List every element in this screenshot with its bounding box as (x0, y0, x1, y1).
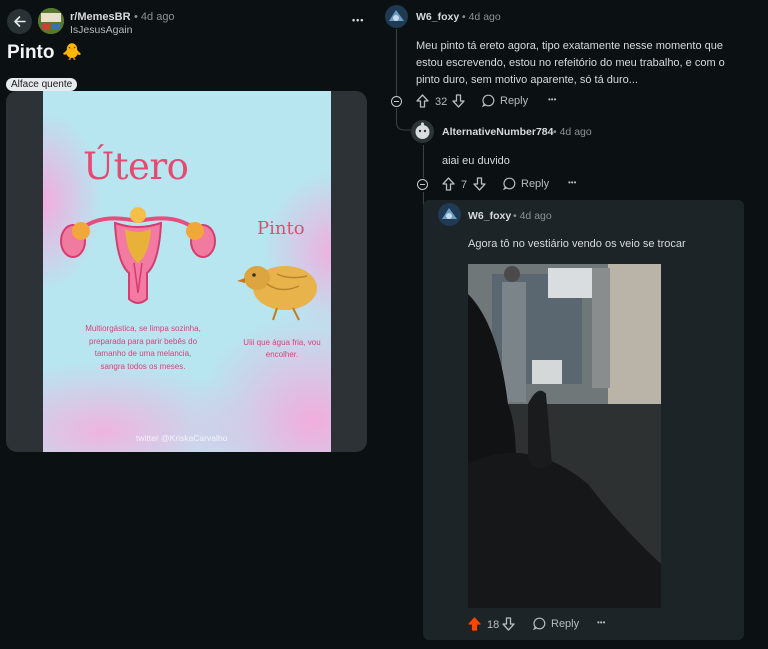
comment-bubble-icon (503, 177, 516, 190)
comment-age: • 4d ago (462, 11, 501, 23)
thread-line[interactable] (423, 145, 424, 178)
downvote-button[interactable] (452, 94, 465, 111)
vote-count: 7 (461, 179, 468, 191)
post-age: • 4d ago (134, 11, 175, 23)
reply-label: Reply (500, 94, 529, 107)
comment-avatar[interactable] (438, 203, 461, 226)
meme-image: Útero Pinto Multiorgástica, se limpa soz… (43, 91, 331, 452)
reply-button[interactable]: Reply (533, 617, 579, 630)
chick-illustration (237, 266, 317, 321)
comment-body: aiai eu duvido (442, 155, 510, 167)
comment-bubble-icon (533, 617, 546, 630)
uterus-illustration (60, 207, 216, 304)
downvote-button[interactable] (473, 177, 486, 194)
avatar-image (438, 203, 461, 226)
collapse-thread-button[interactable] (391, 96, 402, 107)
reply-button[interactable]: Reply (503, 177, 549, 190)
comment-bubble-icon (482, 94, 495, 107)
comment-avatar[interactable] (411, 120, 434, 143)
comment-body: Meu pinto tá ereto agora, tipo exatament… (416, 40, 725, 86)
post-more-options-button[interactable]: ••• (352, 15, 364, 25)
comment-image[interactable] (468, 264, 661, 608)
back-button[interactable] (7, 9, 32, 34)
upvote-icon (416, 94, 429, 108)
thread-connector (396, 108, 412, 131)
reply-button[interactable]: Reply (482, 94, 528, 107)
comment-age: • 4d ago (513, 210, 552, 222)
comment-age: • 4d ago (553, 126, 592, 138)
chick-emoji: 🐥 (62, 44, 82, 61)
thread-line[interactable] (396, 29, 397, 97)
upvote-button[interactable] (442, 177, 455, 194)
reply-label: Reply (521, 177, 550, 190)
upvote-filled-icon (468, 617, 481, 631)
comment-more-options-button[interactable]: ••• (597, 618, 605, 627)
post-author[interactable]: IsJesusAgain (70, 24, 132, 36)
upvote-button[interactable] (468, 617, 481, 634)
vote-count: 32 (435, 96, 448, 108)
meme-credit: twitter @KriskaCarvalho (136, 433, 228, 443)
comment-more-options-button[interactable]: ••• (548, 95, 556, 104)
reply-label: Reply (551, 617, 580, 630)
post-title: Pinto (7, 42, 55, 63)
meme-utero-description: Multiorgástica, se limpa sozinha, prepar… (85, 324, 201, 371)
avatar-image (411, 120, 434, 143)
locker-room-photo (468, 264, 661, 608)
downvote-button[interactable] (502, 617, 515, 634)
downvote-icon (502, 617, 515, 631)
upvote-icon (442, 177, 455, 191)
comment-author[interactable]: W6_foxy (416, 11, 459, 23)
comment-avatar[interactable] (385, 5, 408, 28)
comment-more-options-button[interactable]: ••• (568, 178, 576, 187)
meme-utero-title: Útero (83, 145, 189, 188)
avatar-image (385, 5, 408, 28)
subreddit-avatar-image (38, 8, 64, 34)
subreddit-avatar[interactable] (38, 8, 64, 34)
meme-pinto-description: Uiii que água fria, vou encolher. (243, 338, 321, 359)
arrow-left-icon (14, 16, 26, 27)
meme-pinto-title: Pinto (257, 218, 305, 239)
comment-body: Agora tô no vestiário vendo os veio se t… (468, 238, 686, 250)
subreddit-name[interactable]: r/MemesBR (70, 11, 131, 23)
upvote-button[interactable] (416, 94, 429, 111)
post-flair[interactable]: Alface quente (6, 78, 78, 91)
vote-count: 18 (487, 619, 500, 631)
post-image-container[interactable]: Útero Pinto Multiorgástica, se limpa soz… (6, 91, 367, 452)
downvote-icon (473, 177, 486, 191)
comment-author[interactable]: W6_foxy (468, 210, 511, 222)
collapse-thread-button[interactable] (417, 179, 428, 190)
downvote-icon (452, 94, 465, 108)
comment-author[interactable]: AlternativeNumber784 (442, 126, 553, 138)
